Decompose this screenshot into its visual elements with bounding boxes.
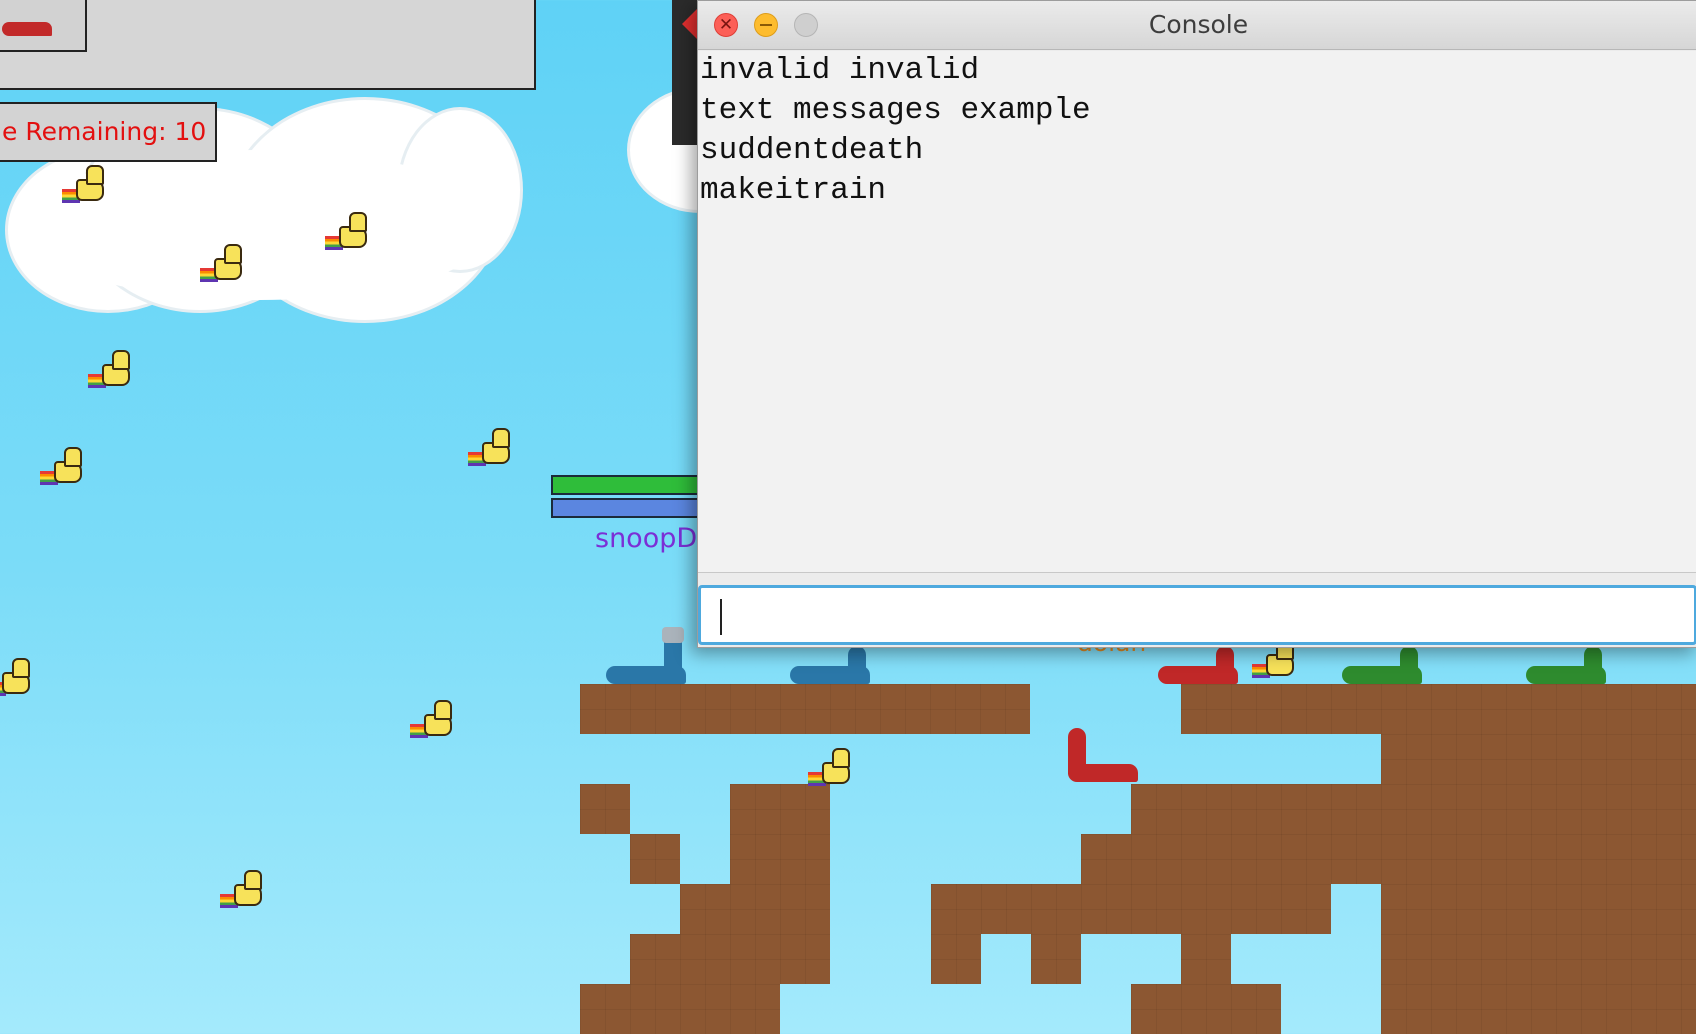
health-bar [551, 475, 701, 495]
rainbow-duck-icon [0, 658, 30, 698]
shield-bar [551, 498, 701, 518]
title-bar[interactable]: ✕ Console [698, 1, 1696, 50]
window-title: Console [1148, 10, 1249, 39]
console-line: makeitrain [700, 173, 887, 208]
console-output: invalid invalid text messages example su… [698, 51, 1696, 573]
rainbow-duck-icon [808, 748, 850, 788]
player-name: snoopD [595, 523, 698, 554]
rainbow-duck-icon [325, 212, 367, 252]
rainbow-duck-icon [468, 428, 510, 468]
text-caret [720, 599, 722, 635]
rainbow-duck-icon [40, 447, 82, 487]
red-marker [682, 8, 698, 40]
rainbow-duck-icon [88, 350, 130, 390]
console-line: suddentdeath [700, 133, 924, 168]
rainbow-duck-icon [200, 244, 242, 284]
console-input[interactable] [698, 585, 1696, 645]
rainbow-duck-icon [410, 700, 452, 740]
weapon-preview-box [0, 0, 87, 52]
worm-icon [2, 22, 52, 36]
console-window: ✕ Console invalid invalid text messages … [697, 0, 1696, 648]
console-line: invalid invalid [700, 53, 980, 88]
rainbow-duck-icon [62, 165, 104, 205]
time-remaining: e Remaining: 10 [0, 102, 217, 162]
rainbow-duck-icon [220, 870, 262, 910]
console-line: text messages example [700, 93, 1091, 128]
